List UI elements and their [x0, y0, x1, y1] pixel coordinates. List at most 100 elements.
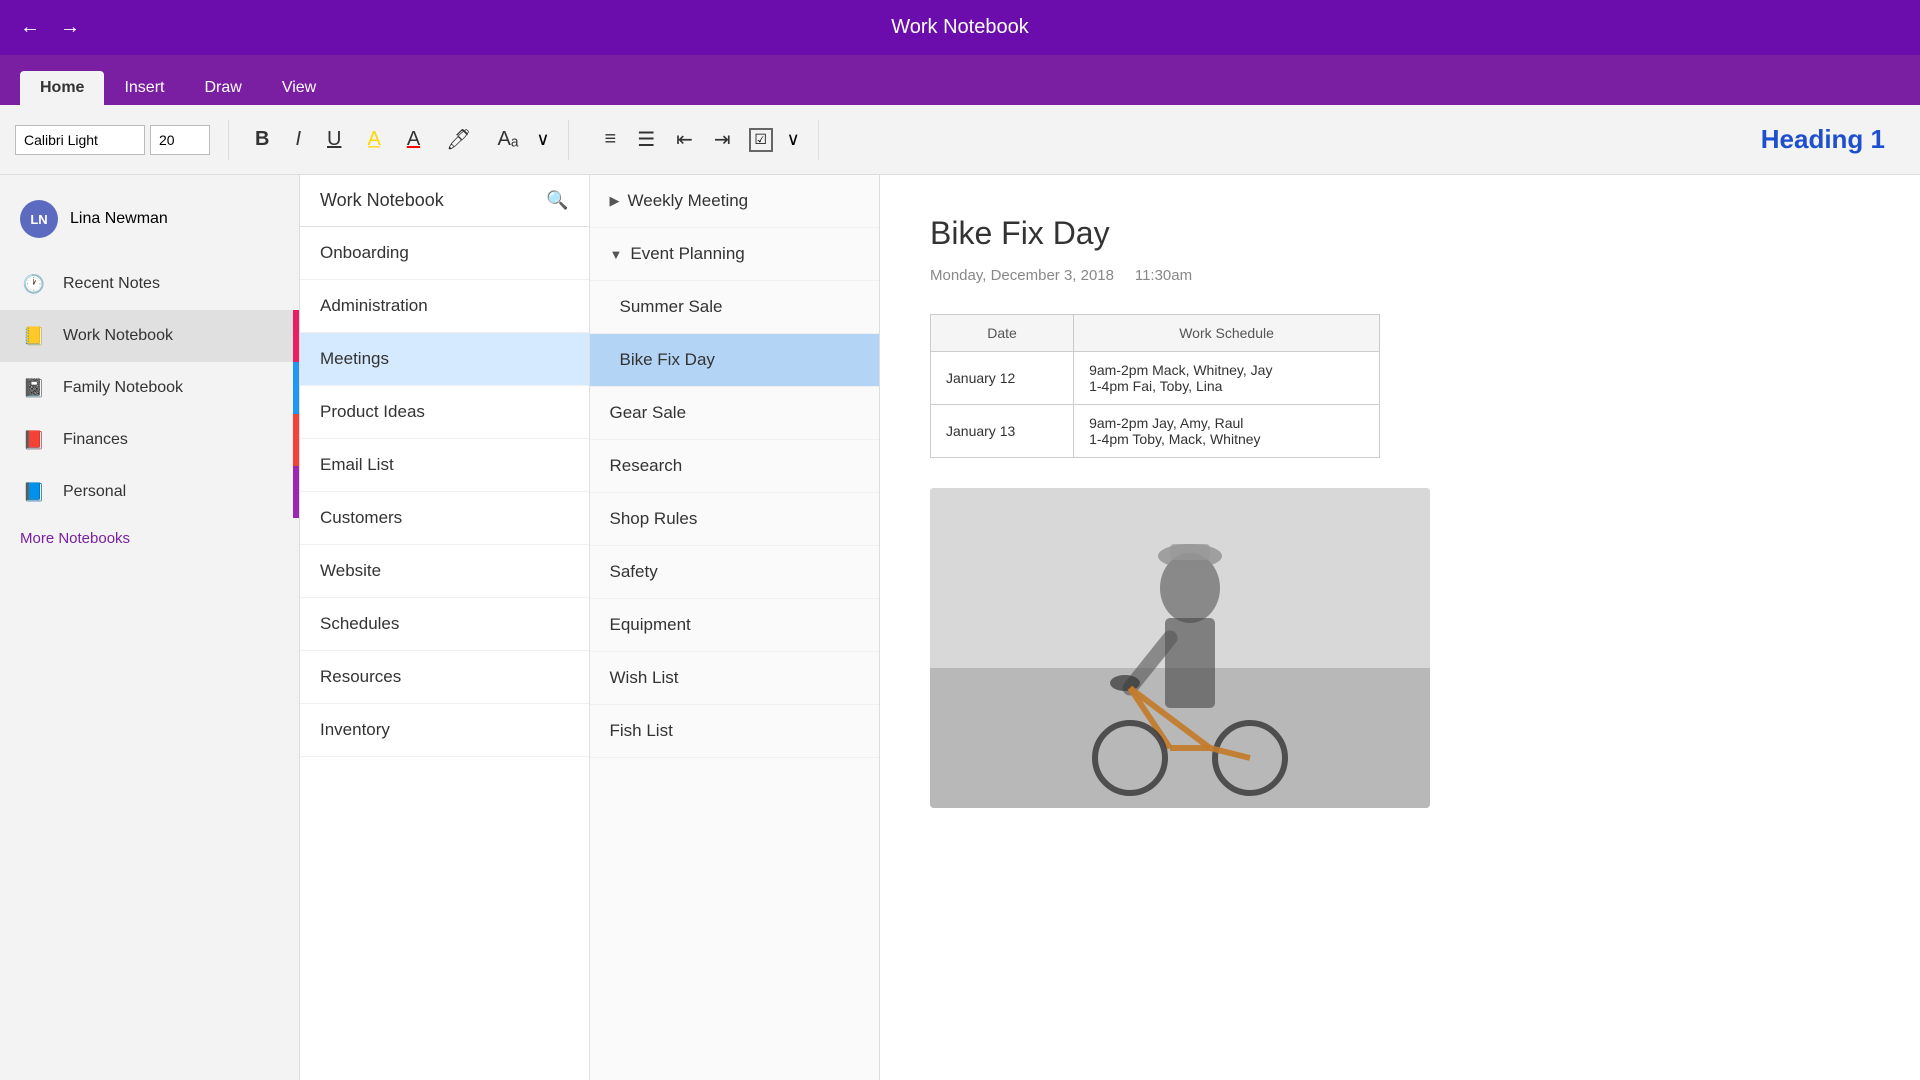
increase-indent-button[interactable]: ⇥: [706, 123, 739, 156]
table-header-schedule: Work Schedule: [1074, 315, 1380, 352]
finances-icon: 📕: [20, 426, 48, 454]
chevron-right-icon: ▶: [610, 193, 620, 209]
page-label-equipment: Equipment: [610, 615, 691, 635]
section-customers[interactable]: Customers: [300, 492, 589, 545]
heading1-style[interactable]: Heading 1: [1761, 124, 1905, 155]
page-label-bike-fix-day: Bike Fix Day: [620, 350, 715, 370]
tab-insert[interactable]: Insert: [104, 71, 184, 105]
work-notebook-icon: 📒: [20, 322, 48, 350]
content-date: Monday, December 3, 2018 11:30am: [930, 267, 1870, 284]
font-name-input[interactable]: [15, 125, 145, 155]
sidebar-label-finances: Finances: [63, 431, 128, 449]
section-administration[interactable]: Administration: [300, 280, 589, 333]
schedule-table: Date Work Schedule January 12 9am-2pm Ma…: [930, 314, 1380, 458]
page-summer-sale[interactable]: Summer Sale: [590, 281, 880, 334]
more-notebooks-link[interactable]: More Notebooks: [0, 518, 299, 559]
eraser-button[interactable]: 🖊: [438, 123, 479, 156]
sidebar-label-recent: Recent Notes: [63, 275, 160, 293]
sidebar-label-family: Family Notebook: [63, 379, 183, 397]
page-safety[interactable]: Safety: [590, 546, 880, 599]
date-text: Monday, December 3, 2018: [930, 267, 1114, 284]
ribbon-divider-3: [818, 120, 819, 160]
sidebar-item-work-notebook[interactable]: 📒 Work Notebook: [0, 310, 299, 362]
page-weekly-meeting[interactable]: ▶ Weekly Meeting: [590, 175, 880, 228]
page-equipment[interactable]: Equipment: [590, 599, 880, 652]
format-button[interactable]: Aₐ: [490, 124, 527, 155]
checkbox-dropdown[interactable]: ∨: [787, 129, 800, 150]
page-wish-list[interactable]: Wish List: [590, 652, 880, 705]
notebook-title: Work Notebook: [891, 16, 1028, 39]
page-title: Bike Fix Day: [930, 215, 1870, 252]
page-label-safety: Safety: [610, 562, 658, 582]
section-inventory[interactable]: Inventory: [300, 704, 589, 757]
title-bar: ← → Work Notebook: [0, 0, 1920, 55]
ribbon-divider-1: [228, 120, 229, 160]
checkbox-button[interactable]: ☑: [749, 128, 773, 152]
sidebar-label-work: Work Notebook: [63, 327, 173, 345]
back-arrow[interactable]: ←: [20, 16, 40, 39]
section-schedules[interactable]: Schedules: [300, 598, 589, 651]
section-resources[interactable]: Resources: [300, 651, 589, 704]
table-cell-schedule-2: 9am-2pm Jay, Amy, Raul1-4pm Toby, Mack, …: [1074, 405, 1380, 458]
tab-draw[interactable]: Draw: [184, 71, 261, 105]
page-label-shop-rules: Shop Rules: [610, 509, 698, 529]
ribbon: B I U A̲ A 🖊 Aₐ ∨ ≡ ☰ ⇤ ⇥ ☑ ∨ Heading 1: [0, 105, 1920, 175]
page-bike-fix-day[interactable]: Bike Fix Day: [590, 334, 880, 387]
font-box: [15, 125, 210, 155]
nav-arrows: ← →: [20, 16, 80, 39]
ribbon-divider-2: [568, 120, 569, 160]
page-research[interactable]: Research: [590, 440, 880, 493]
sidebar-label-personal: Personal: [63, 483, 126, 501]
section-product-ideas[interactable]: Product Ideas: [300, 386, 589, 439]
family-notebook-icon: 📓: [20, 374, 48, 402]
left-sidebar: LN Lina Newman 🕐 Recent Notes 📒 Work Not…: [0, 175, 300, 1080]
section-website[interactable]: Website: [300, 545, 589, 598]
main-layout: LN Lina Newman 🕐 Recent Notes 📒 Work Not…: [0, 175, 1920, 1080]
page-label-gear-sale: Gear Sale: [610, 403, 687, 423]
section-onboarding[interactable]: Onboarding: [300, 227, 589, 280]
table-header-date: Date: [931, 315, 1074, 352]
sidebar-item-personal[interactable]: 📘 Personal: [0, 466, 299, 518]
chevron-down-icon: ▼: [610, 247, 623, 262]
bullet-list-button[interactable]: ≡: [597, 123, 625, 156]
page-label-research: Research: [610, 456, 683, 476]
highlight-button[interactable]: A̲: [359, 124, 388, 155]
bold-button[interactable]: B: [247, 124, 277, 155]
page-fish-list[interactable]: Fish List: [590, 705, 880, 758]
sidebar-item-finances[interactable]: 📕 Finances: [0, 414, 299, 466]
page-gear-sale[interactable]: Gear Sale: [590, 387, 880, 440]
search-icon[interactable]: 🔍: [546, 190, 568, 211]
font-color-button[interactable]: A: [399, 124, 428, 155]
page-label-event-planning: Event Planning: [630, 244, 744, 264]
middle-panels: Work Notebook 🔍 Onboarding Administratio…: [300, 175, 880, 1080]
underline-button[interactable]: U: [319, 124, 349, 155]
sidebar-item-family-notebook[interactable]: 📓 Family Notebook: [0, 362, 299, 414]
tab-home[interactable]: Home: [20, 71, 104, 105]
format-dropdown[interactable]: ∨: [536, 129, 549, 150]
page-shop-rules[interactable]: Shop Rules: [590, 493, 880, 546]
table-cell-schedule-1: 9am-2pm Mack, Whitney, Jay1-4pm Fai, Tob…: [1074, 352, 1380, 405]
tab-view[interactable]: View: [262, 71, 336, 105]
decrease-indent-button[interactable]: ⇤: [668, 123, 701, 156]
sidebar-item-recent-notes[interactable]: 🕐 Recent Notes: [0, 258, 299, 310]
forward-arrow[interactable]: →: [60, 16, 80, 39]
table-row: January 12 9am-2pm Mack, Whitney, Jay1-4…: [931, 352, 1380, 405]
font-size-input[interactable]: [150, 125, 210, 155]
user-name: Lina Newman: [70, 210, 168, 228]
page-label-wish-list: Wish List: [610, 668, 679, 688]
page-event-planning[interactable]: ▼ Event Planning: [590, 228, 880, 281]
sidebar-user: LN Lina Newman: [0, 190, 299, 258]
bike-image: [930, 488, 1430, 808]
numbered-list-button[interactable]: ☰: [629, 123, 663, 156]
list-buttons: ≡ ☰ ⇤ ⇥: [597, 123, 739, 156]
section-email-list[interactable]: Email List: [300, 439, 589, 492]
section-meetings[interactable]: Meetings: [300, 333, 589, 386]
time-text: 11:30am: [1135, 267, 1192, 284]
notebook-name-label: Work Notebook: [320, 190, 444, 211]
page-label-summer-sale: Summer Sale: [620, 297, 723, 317]
sections-header: Work Notebook 🔍: [300, 175, 589, 227]
pages-panel: ▶ Weekly Meeting ▼ Event Planning Summer…: [590, 175, 880, 1080]
italic-button[interactable]: I: [287, 124, 309, 155]
table-cell-date-2: January 13: [931, 405, 1074, 458]
content-area: Bike Fix Day Monday, December 3, 2018 11…: [880, 175, 1920, 1080]
